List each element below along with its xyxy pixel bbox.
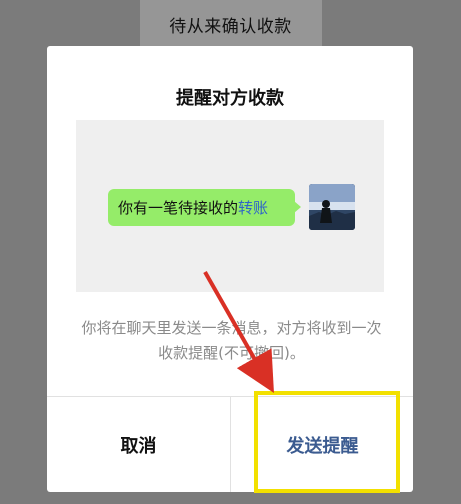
cancel-button[interactable]: 取消 bbox=[47, 397, 230, 492]
reminder-dialog: 提醒对方收款 你有一笔待接收的 转账 你将在聊天里发送一条消息，对方将收到一次收款… bbox=[47, 46, 413, 492]
message-bubble-text: 你有一笔待接收的 bbox=[118, 199, 239, 217]
message-preview: 你有一笔待接收的 转账 bbox=[76, 120, 384, 292]
dialog-title: 提醒对方收款 bbox=[176, 88, 284, 109]
message-bubble: 你有一笔待接收的 转账 bbox=[108, 189, 301, 226]
transfer-link-text: 转账 bbox=[238, 199, 269, 217]
reminder-description: 你将在聊天里发送一条消息，对方将收到一次收款提醒(不可撤回)。 bbox=[81, 319, 382, 362]
avatar-icon bbox=[309, 184, 355, 230]
send-reminder-button[interactable]: 发送提醒 bbox=[231, 397, 414, 492]
top-bar: 待从来确认收款 bbox=[0, 0, 461, 46]
avatar-image bbox=[309, 184, 355, 230]
page-title: 待从来确认收款 bbox=[169, 17, 292, 37]
bubble-tail bbox=[294, 201, 301, 213]
